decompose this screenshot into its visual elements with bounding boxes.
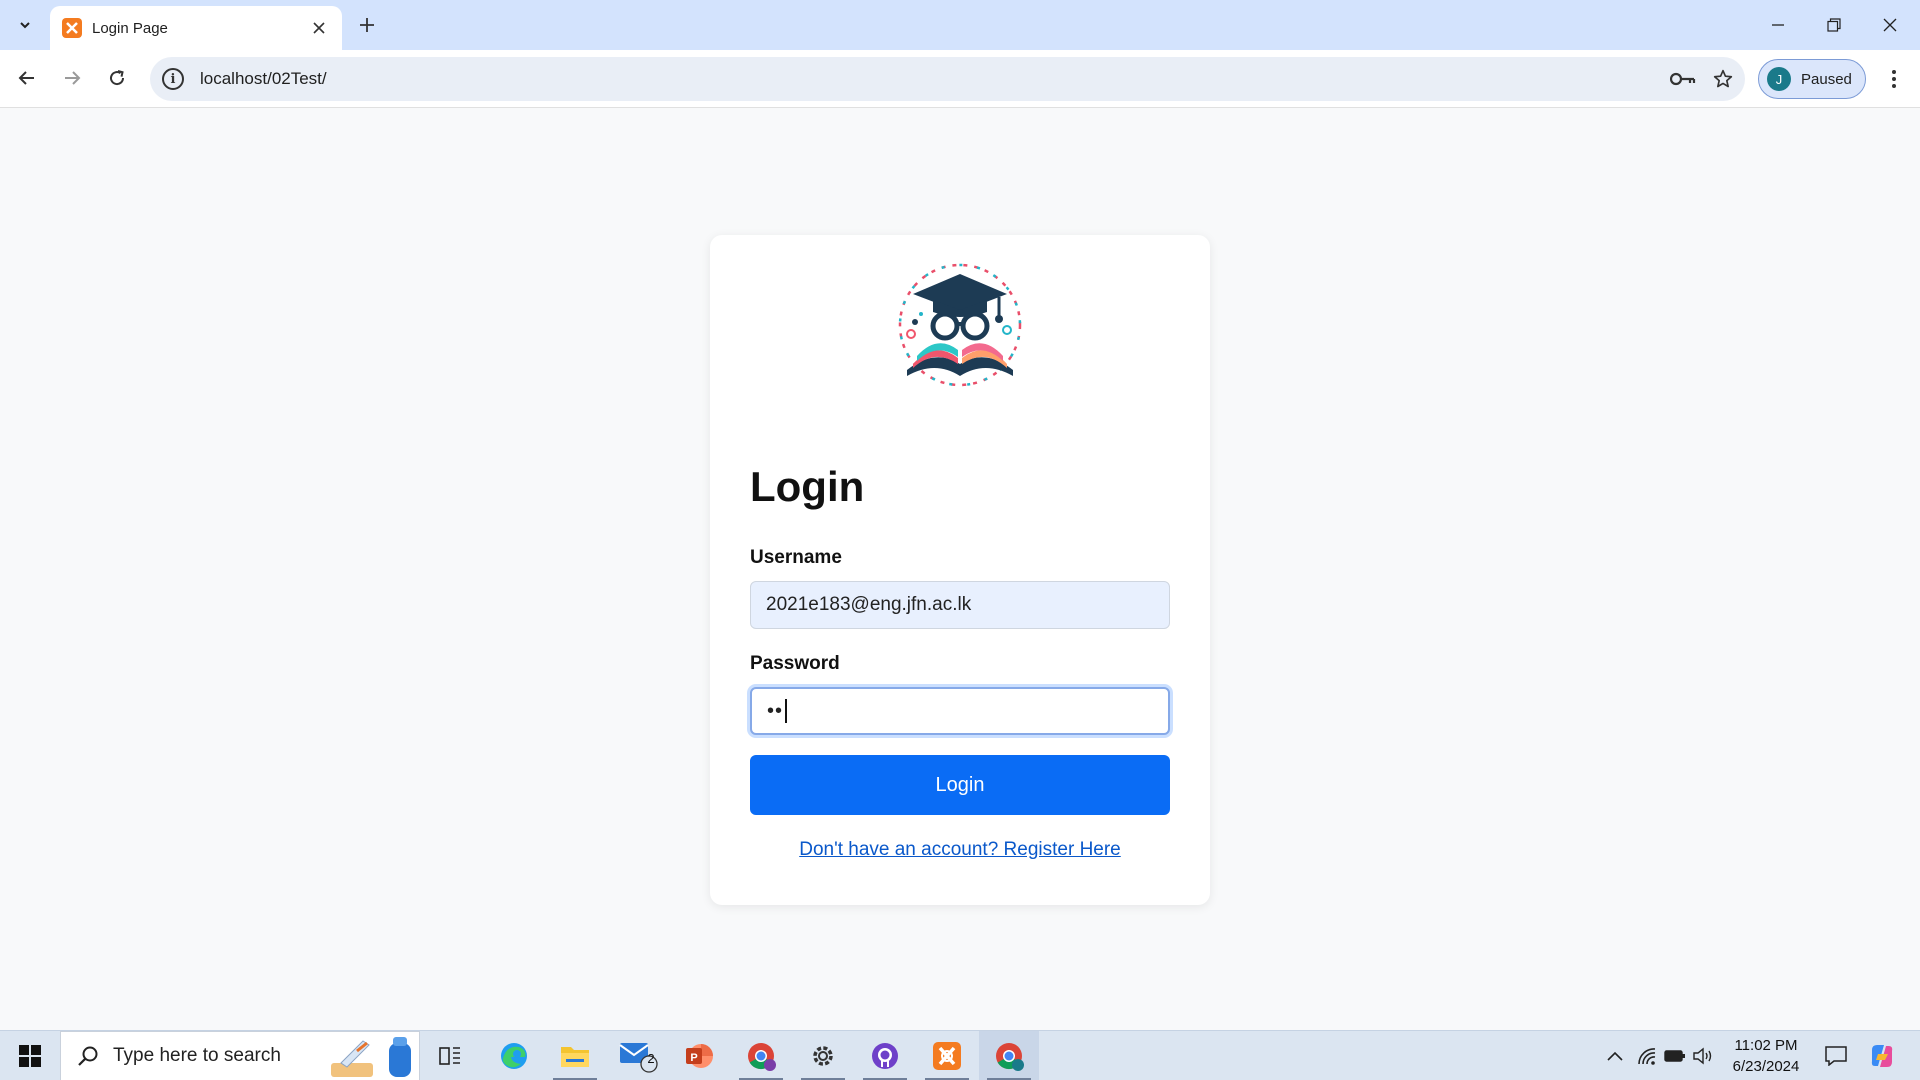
username-value: 2021e183@eng.jfn.ac.lk [766,594,972,615]
profile-button[interactable]: J Paused [1758,59,1866,99]
username-label: Username [750,547,842,568]
xampp-icon [933,1042,961,1070]
taskbar-mail[interactable]: 2 [608,1031,668,1080]
reload-icon [110,70,125,86]
register-link[interactable]: Don't have an account? Register Here [710,839,1210,861]
xampp-icon [62,18,82,38]
taskbar-settings[interactable] [793,1031,853,1080]
restore-button[interactable] [1806,0,1862,50]
address-bar[interactable]: i localhost/02Test/ [150,57,1745,101]
chrome-icon [996,1043,1024,1071]
powerpoint-icon: P [686,1044,713,1068]
taskbar-github-desktop[interactable] [855,1031,915,1080]
restore-icon [1827,18,1841,32]
password-key-icon[interactable] [1665,61,1701,97]
start-button[interactable] [0,1031,60,1080]
task-view-button[interactable] [420,1031,480,1080]
text-caret [785,699,787,723]
volume-icon[interactable] [1688,1031,1718,1080]
settings-icon [813,1046,833,1066]
tab-title: Login Page [92,19,168,37]
info-icon[interactable]: i [162,68,184,90]
taskbar-file-explorer[interactable] [545,1031,605,1080]
url-text[interactable]: localhost/02Test/ [200,69,1665,89]
password-field[interactable]: •• [750,687,1170,735]
reload-button[interactable] [99,60,135,96]
graduation-logo [895,260,1025,390]
github-icon [872,1043,898,1069]
search-placeholder: Type here to search [113,1045,281,1066]
taskbar-powerpoint[interactable]: P [669,1031,729,1080]
taskbar-search-box[interactable]: Type here to search [60,1031,420,1080]
clock-date: 6/23/2024 [1732,1058,1800,1075]
taskbar-xampp[interactable] [917,1031,977,1080]
login-button[interactable]: Login [750,755,1170,815]
star-icon[interactable] [1705,61,1741,97]
username-field[interactable]: 2021e183@eng.jfn.ac.lk [750,581,1170,629]
browser-toolbar: i localhost/02Test/ J Paused [0,50,1920,108]
minimize-button[interactable] [1750,0,1806,50]
avatar: J [1767,67,1791,91]
close-icon[interactable] [308,17,330,39]
search-icon [75,1043,101,1069]
taskbar-edge[interactable] [484,1031,544,1080]
close-icon [1883,18,1897,32]
new-tab-button[interactable] [352,10,382,40]
windows-icon [19,1045,41,1067]
back-icon [18,71,34,85]
forward-button[interactable] [54,60,90,96]
clock-time: 11:02 PM [1734,1037,1798,1054]
profile-status: Paused [1801,70,1852,88]
minimize-icon [1772,24,1784,26]
wifi-icon[interactable] [1632,1031,1662,1080]
close-window-button[interactable] [1862,0,1918,50]
windows-taskbar: Type here to search 2 P 11:02 PM 6/23/20… [0,1030,1920,1080]
password-label: Password [750,653,840,674]
edge-icon [501,1043,527,1069]
task-view-icon [439,1047,460,1065]
password-value: •• [767,699,784,722]
taskbar-chrome-profile-1[interactable] [731,1031,791,1080]
mail-badge: 2 [647,1051,655,1066]
system-clock[interactable]: 11:02 PM 6/23/2024 [1720,1035,1812,1077]
chevron-up-icon[interactable] [1600,1031,1630,1080]
notification-icon[interactable] [1816,1031,1856,1080]
tab-login-page[interactable]: Login Page [50,6,342,50]
more-icon[interactable] [1876,61,1912,97]
tab-search-icon[interactable] [10,10,40,40]
browser-tab-bar: Login Page [0,0,1920,50]
svg-text:P: P [690,1052,697,1064]
taskbar-chrome-profile-2[interactable] [979,1031,1039,1080]
copilot-icon[interactable] [1862,1031,1902,1080]
battery-icon[interactable] [1660,1031,1690,1080]
page-title: Login [750,463,865,510]
login-card: Login Username 2021e183@eng.jfn.ac.lk Pa… [710,235,1210,905]
search-highlight-image [327,1033,417,1079]
back-button[interactable] [9,60,45,96]
chrome-icon [748,1043,776,1071]
plus-icon [360,18,374,32]
file-explorer-icon [561,1047,589,1067]
forward-icon [65,71,81,85]
